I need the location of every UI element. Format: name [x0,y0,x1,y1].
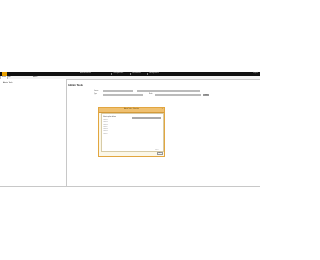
page-title: Admin Tools [68,84,83,87]
dialog-title-bar[interactable]: Admin Tools - Selection × [99,108,164,113]
mode-label: Mode [149,94,153,95]
option-list: Option 1 Option 2 Option 3 Option 4 Opti… [103,120,129,136]
source-input[interactable]: Value [103,90,133,93]
menu-separator [147,73,148,75]
menu-separator [130,73,131,75]
window-top-area [0,0,260,75]
dialog-title: Admin Tools - Selection [123,108,139,110]
chevron-down-icon: ▾ [159,118,160,119]
menu-separator [111,73,112,75]
mode-input[interactable] [155,93,201,96]
selection-dialog: Admin Tools - Selection × Select option … [98,107,165,157]
type-label: Type [94,94,97,95]
dialog-panel-label: Select option below [103,117,116,118]
content-bottom-border [0,186,260,187]
close-icon[interactable]: × [161,109,163,111]
dialog-panel: Select option below All ▾ Option 1 Optio… [101,113,164,152]
sidebar: Admin Tools [0,79,67,186]
apply-button[interactable]: Apply [203,93,209,97]
source-label: Source [94,90,99,92]
logout-link[interactable]: Logout [253,73,258,74]
list-item[interactable]: Option 7 [103,134,129,136]
dialog-footer-note: Total 7 [155,150,159,151]
ok-button[interactable]: OK [156,152,163,155]
option-select[interactable]: All ▾ [132,117,161,120]
source-detail-input[interactable] [137,90,200,93]
type-input[interactable] [103,93,143,96]
option-select-value: All [133,118,135,119]
sidebar-item-admin-tools[interactable]: Admin Tools [3,83,13,84]
